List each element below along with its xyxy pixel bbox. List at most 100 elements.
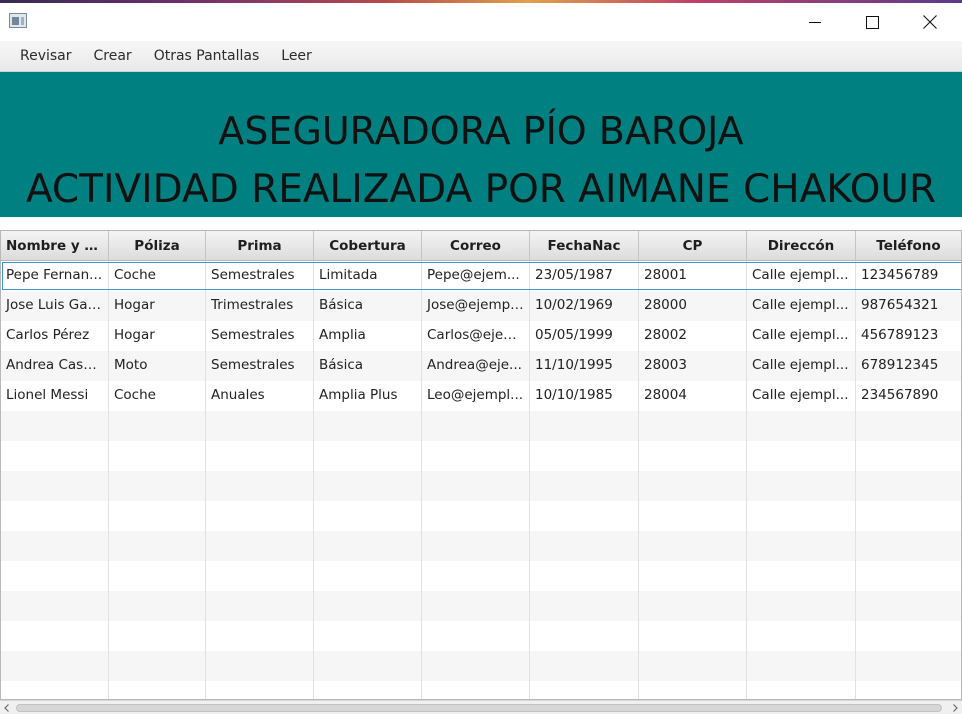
table-row-empty[interactable] — [1, 411, 961, 441]
table-cell-telefono — [856, 621, 961, 651]
table-cell-telefono — [856, 471, 961, 501]
table-cell-prima: Trimestrales — [206, 291, 314, 321]
table-cell-direccion — [747, 651, 856, 681]
column-header-correo[interactable]: Correo — [422, 231, 530, 261]
table-cell-poliza — [109, 681, 206, 699]
scroll-right-icon[interactable] — [950, 703, 960, 713]
table-cell-fechanac — [530, 411, 639, 441]
column-header-cobertura[interactable]: Cobertura — [314, 231, 422, 261]
table-cell-cp — [639, 441, 747, 471]
table-cell-direccion — [747, 441, 856, 471]
table-cell-direccion: Calle ejempl... — [747, 321, 856, 351]
window-titlebar[interactable] — [0, 3, 962, 41]
maximize-icon — [865, 15, 879, 29]
table-row-empty[interactable] — [1, 471, 961, 501]
table-cell-prima: Anuales — [206, 381, 314, 411]
table-cell-cobertura: Amplia — [314, 321, 422, 351]
table-cell-direccion — [747, 501, 856, 531]
scrollbar-thumb[interactable] — [16, 704, 942, 712]
table-cell-cobertura — [314, 411, 422, 441]
table-cell-correo — [422, 621, 530, 651]
clients-table[interactable]: Nombre y a... Póliza Prima Cobertura Correo F… — [0, 230, 962, 700]
maximize-button[interactable] — [843, 3, 901, 41]
table-cell-cobertura — [314, 501, 422, 531]
table-row-empty[interactable] — [1, 531, 961, 561]
menu-otras-pantallas[interactable]: Otras Pantallas — [143, 41, 271, 72]
table-cell-correo — [422, 531, 530, 561]
column-header-name[interactable]: Nombre y a... — [1, 231, 109, 261]
table-cell-name — [1, 471, 109, 501]
table-cell-correo — [422, 501, 530, 531]
table-cell-fechanac — [530, 591, 639, 621]
table-cell-fechanac — [530, 471, 639, 501]
table-cell-fechanac — [530, 621, 639, 651]
table-cell-prima — [206, 411, 314, 441]
horizontal-scrollbar[interactable] — [0, 700, 962, 714]
column-header-cp[interactable]: CP — [639, 231, 747, 261]
table-cell-cp: 28000 — [639, 291, 747, 321]
table-cell-cobertura — [314, 531, 422, 561]
table-row-empty[interactable] — [1, 591, 961, 621]
table-cell-direccion — [747, 411, 856, 441]
column-header-poliza[interactable]: Póliza — [109, 231, 206, 261]
table-cell-cp: 28003 — [639, 351, 747, 381]
minimize-button[interactable] — [786, 3, 844, 41]
table-cell-name: Lionel Messi — [1, 381, 109, 411]
table-cell-telefono: 987654321 — [856, 291, 961, 321]
table-cell-telefono — [856, 681, 961, 699]
column-header-prima[interactable]: Prima — [206, 231, 314, 261]
table-row[interactable]: Jose Luis Gar... Hogar Trimestrales Básica J… — [1, 291, 961, 321]
table-cell-poliza — [109, 441, 206, 471]
table-row-empty[interactable] — [1, 501, 961, 531]
table-cell-name: Jose Luis Gar... — [1, 291, 109, 321]
table-cell-name — [1, 411, 109, 441]
table-cell-telefono: 678912345 — [856, 351, 961, 381]
table-row-empty[interactable] — [1, 681, 961, 699]
table-row[interactable]: Andrea Casa... Moto Semestrales Básica Andre… — [1, 351, 961, 381]
table-cell-prima — [206, 501, 314, 531]
table-cell-telefono — [856, 651, 961, 681]
table-cell-cp — [639, 621, 747, 651]
table-row[interactable]: Lionel Messi Coche Anuales Amplia Plus Leo@e… — [1, 381, 961, 411]
table-cell-correo: Andrea@eje... — [422, 351, 530, 381]
author-subtitle: ACTIVIDAD REALIZADA POR AIMANE CHAKOUR — [25, 167, 937, 212]
table-cell-cp — [639, 591, 747, 621]
table-cell-prima — [206, 561, 314, 591]
table-row[interactable]: Carlos Pérez Hogar Semestrales Amplia Carlos… — [1, 321, 961, 351]
scroll-left-icon[interactable] — [2, 703, 12, 713]
table-cell-cp — [639, 681, 747, 699]
column-header-direccion[interactable]: Direccón — [747, 231, 856, 261]
table-cell-prima: Semestrales — [206, 351, 314, 381]
column-header-fechanac[interactable]: FechaNac — [530, 231, 639, 261]
table-cell-cobertura: Limitada — [314, 261, 422, 291]
table-cell-cobertura — [314, 441, 422, 471]
menu-leer[interactable]: Leer — [270, 41, 323, 72]
table-row-empty[interactable] — [1, 651, 961, 681]
table-cell-direccion: Calle ejempl... — [747, 381, 856, 411]
table-cell-poliza — [109, 621, 206, 651]
table-cell-direccion — [747, 531, 856, 561]
table-cell-correo: Leo@ejempl... — [422, 381, 530, 411]
table-cell-direccion: Calle ejempl... — [747, 351, 856, 381]
table-cell-name: Pepe Fernan... — [1, 261, 109, 291]
table-cell-prima — [206, 471, 314, 501]
table-row[interactable]: Pepe Fernan... Coche Semestrales Limitada Pe… — [1, 261, 961, 291]
table-cell-fechanac — [530, 561, 639, 591]
menu-revisar[interactable]: Revisar — [9, 41, 83, 72]
close-button[interactable] — [901, 3, 959, 41]
table-cell-prima — [206, 531, 314, 561]
table-row-empty[interactable] — [1, 441, 961, 471]
table-cell-fechanac: 05/05/1999 — [530, 321, 639, 351]
table-cell-fechanac: 11/10/1995 — [530, 351, 639, 381]
table-cell-name — [1, 531, 109, 561]
close-icon — [923, 15, 937, 29]
table-cell-cobertura — [314, 561, 422, 591]
table-cell-correo — [422, 471, 530, 501]
table-row-empty[interactable] — [1, 561, 961, 591]
column-header-telefono[interactable]: Teléfono — [856, 231, 961, 261]
menu-crear[interactable]: Crear — [83, 41, 143, 72]
table-cell-prima: Semestrales — [206, 321, 314, 351]
table-cell-name — [1, 621, 109, 651]
table-row-empty[interactable] — [1, 621, 961, 651]
table-cell-correo — [422, 561, 530, 591]
